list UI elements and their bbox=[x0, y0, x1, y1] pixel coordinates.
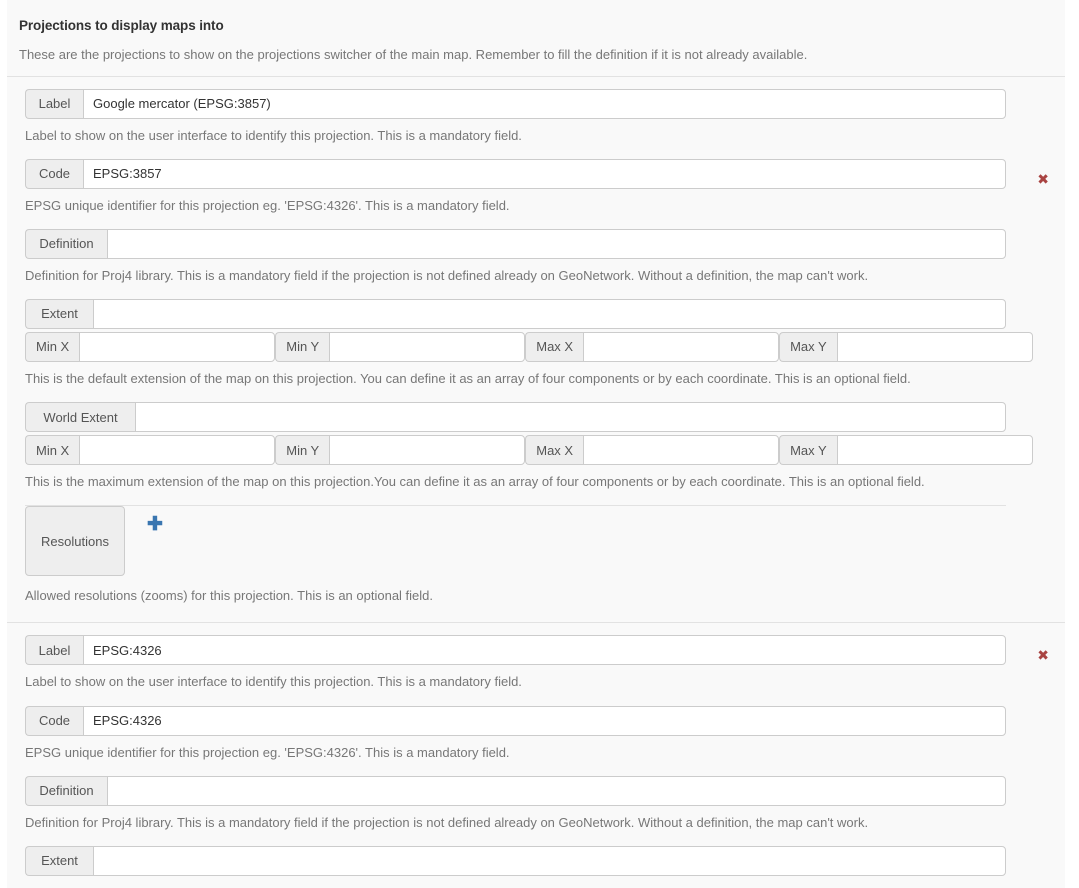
extent-field-addon: Extent bbox=[25, 298, 93, 329]
code-field-addon: Code bbox=[25, 705, 83, 736]
world-max-y-input[interactable] bbox=[836, 435, 1033, 466]
resolutions-list: ✚ bbox=[125, 506, 1006, 576]
section-header: Projections to display maps into These a… bbox=[7, 0, 1065, 64]
extent-field-row: Extent bbox=[25, 298, 1006, 329]
extent-min-y-addon: Min Y bbox=[275, 331, 330, 362]
projection-block: ✖ Label Label to show on the user interf… bbox=[7, 75, 1065, 623]
extent-input[interactable] bbox=[93, 298, 1006, 329]
world-min-x-input[interactable] bbox=[79, 435, 276, 466]
label-help-text: Label to show on the user interface to i… bbox=[25, 127, 522, 143]
resolutions-addon: Resolutions bbox=[25, 506, 125, 577]
code-field-addon: Code bbox=[25, 158, 83, 189]
code-input[interactable] bbox=[83, 158, 1006, 189]
extent-min-x-group: Min X bbox=[25, 331, 276, 362]
extent-max-y-addon: Max Y bbox=[779, 331, 837, 362]
code-field-row: Code bbox=[25, 705, 1006, 736]
extent-help-text: This is the default extension of the map… bbox=[25, 370, 911, 386]
extent-max-y-group: Max Y bbox=[779, 331, 1033, 362]
extent-min-x-addon: Min X bbox=[25, 331, 80, 362]
world-min-y-input[interactable] bbox=[329, 435, 526, 466]
world-min-y-addon: Min Y bbox=[275, 435, 330, 466]
projections-settings-page: Projections to display maps into These a… bbox=[0, 0, 1079, 888]
world-max-y-addon: Max Y bbox=[779, 435, 837, 466]
extent-max-x-addon: Max X bbox=[525, 331, 584, 362]
world-min-x-group: Min X bbox=[25, 435, 276, 466]
extent-min-y-group: Min Y bbox=[275, 331, 526, 362]
world-min-x-addon: Min X bbox=[25, 435, 80, 466]
code-field-row: Code bbox=[25, 158, 1006, 189]
definition-field-row: Definition bbox=[25, 775, 1006, 806]
extent-max-y-input[interactable] bbox=[836, 331, 1033, 362]
world-extent-coordinate-row: Min X Min Y Max X Max Y bbox=[25, 435, 1033, 466]
world-extent-field-row: World Extent bbox=[25, 402, 1006, 433]
label-field-row: Label bbox=[25, 635, 1006, 666]
extent-max-x-group: Max X bbox=[525, 331, 780, 362]
section-description: These are the projections to show on the… bbox=[19, 47, 808, 62]
projections-panel: Projections to display maps into These a… bbox=[7, 0, 1065, 888]
extent-field-addon: Extent bbox=[25, 845, 93, 876]
definition-input[interactable] bbox=[107, 775, 1006, 806]
world-min-y-group: Min Y bbox=[275, 435, 526, 466]
world-max-y-group: Max Y bbox=[779, 435, 1033, 466]
code-help-text: EPSG unique identifier for this projecti… bbox=[25, 197, 510, 213]
add-resolution-icon[interactable]: ✚ bbox=[147, 515, 163, 534]
definition-field-addon: Definition bbox=[25, 775, 107, 806]
extent-min-x-input[interactable] bbox=[79, 331, 276, 362]
remove-projection-icon[interactable]: ✖ bbox=[1037, 173, 1049, 187]
resolutions-row: Resolutions ✚ bbox=[25, 506, 1006, 577]
definition-field-row: Definition bbox=[25, 228, 1006, 259]
label-field-addon: Label bbox=[25, 88, 83, 119]
world-max-x-group: Max X bbox=[525, 435, 780, 466]
label-input[interactable] bbox=[83, 635, 1006, 666]
label-field-addon: Label bbox=[25, 635, 83, 666]
extent-group: Extent Min X Min Y Max X Max Y bbox=[25, 298, 1051, 362]
definition-input[interactable] bbox=[107, 228, 1006, 259]
definition-field-addon: Definition bbox=[25, 228, 107, 259]
label-input[interactable] bbox=[83, 88, 1006, 119]
code-input[interactable] bbox=[83, 705, 1006, 736]
world-max-x-addon: Max X bbox=[525, 435, 584, 466]
definition-help-text: Definition for Proj4 library. This is a … bbox=[25, 814, 869, 830]
world-extent-help-text: This is the maximum extension of the map… bbox=[25, 474, 925, 490]
extent-group: Extent bbox=[25, 845, 1051, 876]
label-help-text: Label to show on the user interface to i… bbox=[25, 674, 522, 690]
world-extent-group: World Extent Min X Min Y Max X Max Y bbox=[25, 402, 1051, 466]
extent-input[interactable] bbox=[93, 845, 1006, 876]
remove-projection-icon[interactable]: ✖ bbox=[1037, 649, 1049, 663]
resolutions-help-text: Allowed resolutions (zooms) for this pro… bbox=[25, 588, 434, 604]
world-max-x-input[interactable] bbox=[583, 435, 780, 466]
extent-field-row: Extent bbox=[25, 845, 1006, 876]
projection-block: ✖ Label Label to show on the user interf… bbox=[7, 622, 1065, 887]
page-title: Projections to display maps into bbox=[19, 18, 224, 33]
code-help-text: EPSG unique identifier for this projecti… bbox=[25, 744, 510, 760]
extent-min-y-input[interactable] bbox=[329, 331, 526, 362]
world-extent-input[interactable] bbox=[135, 402, 1006, 433]
label-field-row: Label bbox=[25, 88, 1006, 119]
extent-coordinate-row: Min X Min Y Max X Max Y bbox=[25, 331, 1033, 362]
world-extent-field-addon: World Extent bbox=[25, 402, 135, 433]
extent-max-x-input[interactable] bbox=[583, 331, 780, 362]
definition-help-text: Definition for Proj4 library. This is a … bbox=[25, 267, 869, 283]
